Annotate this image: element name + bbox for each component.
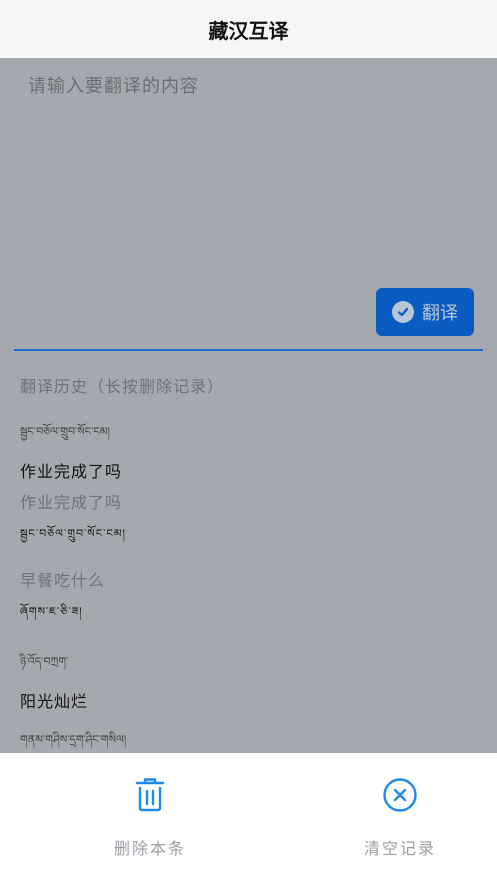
input-placeholder: 请输入要翻译的内容 [28,76,199,97]
page-title: 藏汉互译 [208,18,289,43]
translation-input[interactable]: 请输入要翻译的内容 翻译 [0,58,497,350]
footer-toolbar: 删除本条 清空记录 [0,753,497,883]
clear-history-button[interactable]: 清空记录 [340,777,460,859]
delete-item-label: 删除本条 [113,839,186,858]
history-target: 作业完成了吗 [20,462,123,481]
history-source: 作业完成了吗 [20,493,123,512]
history-item[interactable]: སྦྱང་བཅོལ་གྲུབ་སོང་ངམ། 作业完成了吗 [20,419,122,482]
delete-item-button[interactable]: 删除本条 [90,777,210,859]
translate-button-label: 翻译 [422,303,458,324]
history-target: 阳光灿烂 [20,692,89,711]
trash-icon [134,777,166,817]
history-item[interactable]: 早餐吃什么 ཞོགས་ཇ་ཅི་ཟ། [20,567,105,630]
clear-history-label: 清空记录 [363,839,436,858]
close-circle-icon [382,777,418,817]
header: 藏汉互译 [0,0,497,58]
check-circle-icon [392,301,414,323]
history-source: 早餐吃什么 [20,571,106,590]
history-source: གནམ་གཤིས་དྲག་ཤིང་གསིལ། [20,733,127,746]
history-item[interactable]: 作业完成了吗 སྦྱང་བཅོལ་གྲུབ་སོང་ངམ། [20,489,126,552]
history-list[interactable]: 翻译历史（长按删除记录） སྦྱང་བཅོལ་གྲུབ་སོང་ངམ། 作业完成… [0,351,497,753]
history-target: ཞོགས་ཇ་ཅི་ཟ། [20,605,83,618]
history-item[interactable]: ཉི་འོད་བཀྲག་ 阳光灿烂 [20,649,88,712]
history-target: སྦྱང་བཅོལ་གྲུབ་སོང་ངམ། [20,527,126,540]
history-source: ཉི་འོད་བཀྲག་ [20,655,69,668]
history-item[interactable]: གནམ་གཤིས་དྲག་ཤིང་གསིལ། [20,727,126,753]
history-title: 翻译历史（长按删除记录） [20,377,225,396]
history-source: སྦྱང་བཅོལ་གྲུབ་སོང་ངམ། [20,425,110,438]
translate-button[interactable]: 翻译 [376,288,474,336]
